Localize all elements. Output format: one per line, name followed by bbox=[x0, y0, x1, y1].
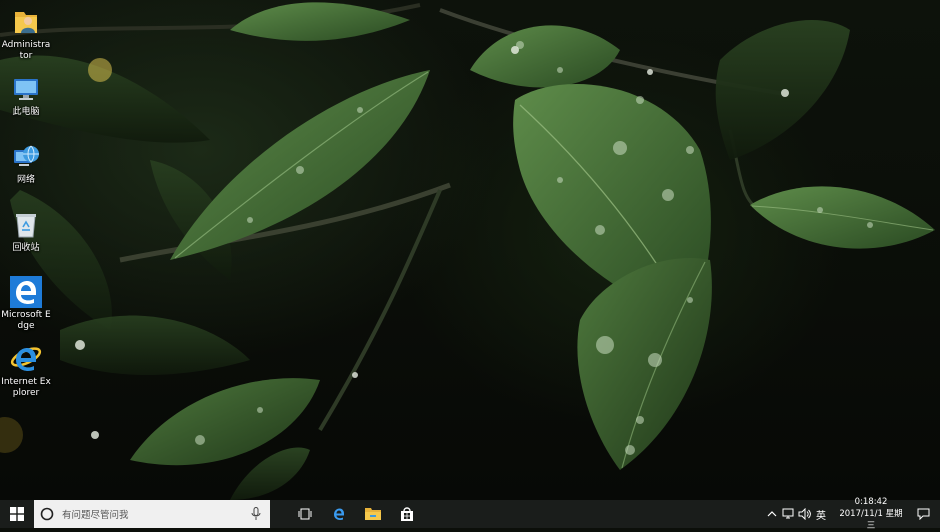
desktop-icon-internet-explorer[interactable]: Internet Explorer bbox=[0, 343, 52, 399]
desktop-icon-user-folder[interactable]: Administrator bbox=[0, 6, 52, 62]
desktop-icon-label: 网络 bbox=[16, 175, 35, 185]
system-tray: 英 0:18:42 2017/11/1 星期三 bbox=[764, 497, 940, 531]
desktop-icon-label: Internet Explorer bbox=[1, 377, 51, 398]
desktop-icon-label: Administrator bbox=[1, 40, 51, 61]
taskbar-edge-button[interactable] bbox=[322, 500, 356, 528]
store-icon bbox=[401, 507, 413, 521]
notification-speech-bubble-icon bbox=[917, 508, 929, 520]
search-placeholder: 有问题尽管问我 bbox=[62, 510, 129, 521]
task-view-icon bbox=[298, 508, 312, 520]
cortana-circle-icon bbox=[40, 507, 54, 521]
desktop-icon-recycle-bin[interactable]: 回收站 bbox=[0, 209, 52, 254]
network-globe-icon bbox=[10, 141, 42, 173]
network-status-icon[interactable] bbox=[780, 500, 796, 528]
microphone-icon[interactable] bbox=[250, 506, 262, 522]
desktop-wallpaper bbox=[0, 0, 940, 500]
recycle-bin-icon bbox=[10, 209, 42, 241]
file-explorer-icon bbox=[365, 508, 381, 520]
user-folder-icon bbox=[10, 6, 42, 38]
action-center-button[interactable] bbox=[906, 500, 940, 528]
task-view-button[interactable] bbox=[288, 500, 322, 528]
system-clock[interactable]: 0:18:42 2017/11/1 星期三 bbox=[836, 496, 906, 532]
input-method-indicator[interactable]: 英 bbox=[812, 507, 830, 522]
windows-logo-icon bbox=[10, 507, 24, 521]
desktop-icon-network[interactable]: 网络 bbox=[0, 141, 52, 186]
taskbar: 有问题尽管问我 英 0:18:42 2017/11/1 星期三 bbox=[0, 497, 940, 531]
show-hidden-icons-chevron-up-icon[interactable] bbox=[764, 500, 780, 528]
edge-icon bbox=[334, 508, 344, 520]
desktop-icon-microsoft-edge[interactable]: Microsoft Edge bbox=[0, 276, 52, 332]
taskbar-store-button[interactable] bbox=[390, 500, 424, 528]
desktop-icon-label: 回收站 bbox=[12, 243, 40, 253]
computer-monitor-icon bbox=[10, 73, 42, 105]
taskbar-file-explorer-button[interactable] bbox=[356, 500, 390, 528]
volume-speaker-icon[interactable] bbox=[796, 500, 812, 528]
desktop-icon-label: Microsoft Edge bbox=[1, 310, 51, 331]
clock-date: 2017/11/1 星期三 bbox=[839, 509, 903, 531]
start-button[interactable] bbox=[0, 500, 34, 528]
desktop-icon-label: 此电脑 bbox=[12, 107, 40, 117]
internet-explorer-icon bbox=[10, 343, 42, 375]
cortana-search-box[interactable]: 有问题尽管问我 bbox=[34, 500, 270, 528]
edge-browser-icon bbox=[10, 276, 42, 308]
wallpaper-leaves-image bbox=[0, 2, 935, 500]
clock-time: 0:18:42 bbox=[854, 497, 888, 507]
desktop-icon-this-pc[interactable]: 此电脑 bbox=[0, 73, 52, 118]
